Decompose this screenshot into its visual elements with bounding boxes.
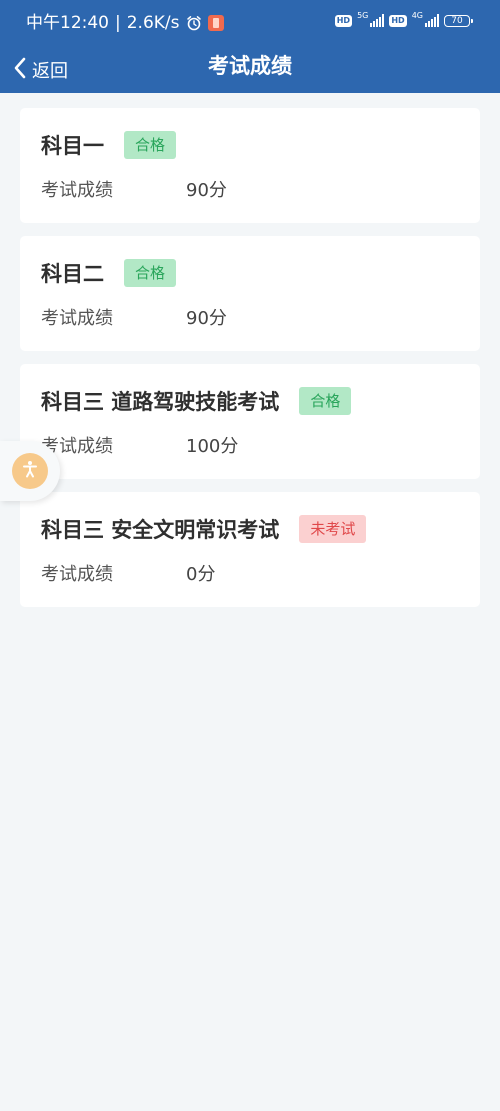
- signal-strength-icon-2: [425, 14, 439, 27]
- card-title-row: 科目二 合格: [41, 258, 177, 288]
- accessibility-button[interactable]: [12, 453, 48, 489]
- back-label: 返回: [32, 61, 68, 82]
- score-label: 考试成绩: [41, 436, 113, 457]
- accessibility-icon: [20, 459, 40, 483]
- result-card: 科目一 合格 考试成绩 90分: [20, 108, 480, 223]
- status-left: 中午12:40 | 2.6K/s: [26, 12, 224, 34]
- battery-icon: 70: [444, 14, 473, 27]
- status-right: HD 5G HD 4G 70: [334, 10, 473, 27]
- status-badge: 合格: [299, 387, 352, 415]
- card-score-row: 考试成绩 90分: [41, 304, 227, 330]
- app-notification-icon: [207, 15, 224, 31]
- subject-name: 科目二: [41, 262, 104, 286]
- status-time: 中午12:40: [26, 13, 109, 33]
- nav-header: 返回 考试成绩: [0, 46, 500, 93]
- card-score-row: 考试成绩 0分: [41, 560, 215, 586]
- network-speed: 2.6K/s: [126, 13, 180, 33]
- card-title-row: 科目三 道路驾驶技能考试 合格: [41, 386, 352, 416]
- battery-level: 70: [451, 15, 463, 26]
- page-title: 考试成绩: [208, 54, 292, 78]
- subject-name: 科目三 安全文明常识考试: [41, 518, 280, 542]
- results-list: 科目一 合格 考试成绩 90分 科目二 合格 考试成绩 90分 科目三 道路驾驶…: [20, 108, 480, 620]
- status-badge: 未考试: [299, 515, 367, 543]
- score-value: 0分: [186, 564, 216, 585]
- network-type-4g: 4G: [411, 10, 423, 20]
- result-card: 科目三 道路驾驶技能考试 合格 考试成绩 100分: [20, 364, 480, 479]
- score-value: 90分: [186, 308, 227, 329]
- score-value: 90分: [186, 180, 227, 201]
- accessibility-tab: [0, 441, 60, 501]
- card-title-row: 科目一 合格: [41, 130, 177, 160]
- card-title-row: 科目三 安全文明常识考试 未考试: [41, 514, 367, 544]
- result-card: 科目三 安全文明常识考试 未考试 考试成绩 0分: [20, 492, 480, 607]
- back-button[interactable]: 返回: [12, 52, 68, 88]
- score-value: 100分: [186, 436, 239, 457]
- signal-strength-icon: [370, 14, 385, 27]
- chevron-left-icon: [12, 56, 28, 84]
- card-score-row: 考试成绩 90分: [41, 176, 227, 202]
- subject-name: 科目三 道路驾驶技能考试: [41, 390, 280, 414]
- result-card: 科目二 合格 考试成绩 90分: [20, 236, 480, 351]
- status-bar: 中午12:40 | 2.6K/s HD 5G HD 4G 70: [0, 0, 500, 46]
- status-badge: 合格: [124, 259, 177, 287]
- score-label: 考试成绩: [41, 564, 113, 585]
- alarm-clock-icon: [186, 15, 202, 31]
- hd-badge: HD: [334, 14, 353, 27]
- subject-name: 科目一: [41, 134, 104, 158]
- status-separator: |: [115, 13, 121, 33]
- score-label: 考试成绩: [41, 308, 113, 329]
- network-type-5g: 5G: [357, 10, 369, 20]
- card-score-row: 考试成绩 100分: [41, 432, 238, 458]
- score-label: 考试成绩: [41, 180, 113, 201]
- status-badge: 合格: [124, 131, 177, 159]
- hd-badge-2: HD: [389, 14, 407, 27]
